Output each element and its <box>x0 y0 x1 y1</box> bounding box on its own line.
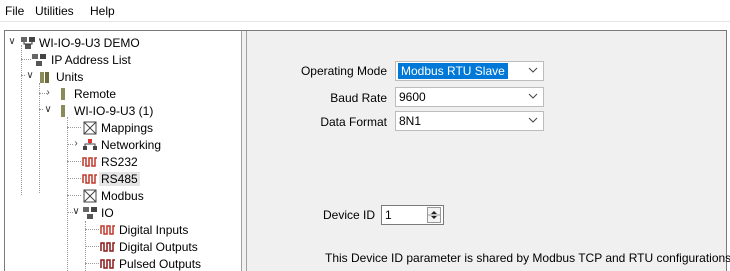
device-id-label: Device ID <box>322 208 375 222</box>
tree-node-modbus[interactable]: Modbus <box>5 188 235 204</box>
tree-node-ip-address-list[interactable]: IP Address List <box>5 52 235 68</box>
menu-help[interactable]: Help <box>90 4 115 18</box>
menu-file[interactable]: File <box>5 4 24 18</box>
baud-rate-value: 9600 <box>399 90 426 104</box>
tree-label: IP Address List <box>51 53 131 67</box>
device-id-note: This Device ID parameter is shared by Mo… <box>325 251 730 265</box>
tree-node-rs232[interactable]: RS232 <box>5 154 235 170</box>
tree-label: IO <box>101 206 114 220</box>
networking-icon <box>83 139 97 150</box>
modbus-icon <box>83 189 97 203</box>
settings-panel: Operating Mode Modbus RTU Slave Baud Rat… <box>247 31 730 271</box>
spinner-arrows-icon[interactable] <box>427 207 441 223</box>
tree-label: WI-IO-9-U3 DEMO <box>39 36 140 50</box>
tree-node-mappings[interactable]: Mappings <box>5 120 235 136</box>
chevron-down-icon <box>528 67 538 73</box>
device-icon <box>61 105 65 117</box>
tree-label: RS232 <box>101 155 138 169</box>
tree-label: WI-IO-9-U3 (1) <box>74 104 154 118</box>
chevron-right-icon[interactable]: › <box>71 138 81 150</box>
operating-mode-select[interactable]: Modbus RTU Slave <box>395 61 544 81</box>
tree-node-root[interactable]: ∨ WI-IO-9-U3 DEMO <box>5 35 235 51</box>
tree-node-rs485[interactable]: RS485 <box>5 171 235 187</box>
chevron-down-icon[interactable]: ∨ <box>25 70 35 82</box>
tree-label: Networking <box>101 138 162 152</box>
mappings-icon <box>83 121 97 135</box>
tree-node-unit-1[interactable]: ∨ WI-IO-9-U3 (1) <box>5 103 235 119</box>
units-icon <box>40 72 49 83</box>
chevron-down-icon[interactable]: ∨ <box>71 206 81 218</box>
baud-rate-label: Baud Rate <box>330 91 387 105</box>
tree-label: Modbus <box>101 189 144 203</box>
tree-label: Remote <box>74 87 117 101</box>
menu-utilities[interactable]: Utilities <box>35 4 74 18</box>
tree-node-digital-inputs[interactable]: Digital Inputs <box>5 222 235 238</box>
data-format-label: Data Format <box>320 115 387 129</box>
signal-icon <box>100 225 115 235</box>
network-units-icon <box>21 37 35 49</box>
signal-icon <box>100 259 115 269</box>
device-id-spinner[interactable]: 1 <box>381 205 444 225</box>
device-id-value: 1 <box>385 208 392 222</box>
device-icon <box>61 88 65 100</box>
operating-mode-label: Operating Mode <box>300 64 387 78</box>
tree-label: Mappings <box>101 121 154 135</box>
tree-node-units[interactable]: ∨ Units <box>5 69 235 85</box>
baud-rate-select[interactable]: 9600 <box>395 87 544 107</box>
chevron-down-icon[interactable]: ∨ <box>43 104 53 116</box>
chevron-right-icon[interactable]: › <box>43 87 53 99</box>
chevron-down-icon <box>528 93 538 99</box>
tree-node-remote[interactable]: › Remote <box>5 86 235 102</box>
signal-icon <box>100 242 115 252</box>
tree-label: RS485 <box>99 172 140 186</box>
tree-view[interactable]: ∨ WI-IO-9-U3 DEMO IP Address List ∨ Unit… <box>5 31 242 271</box>
tree-node-networking[interactable]: › Networking <box>5 137 235 153</box>
tree-node-io[interactable]: ∨ IO <box>5 205 235 221</box>
io-icon <box>83 207 97 219</box>
chevron-down-icon <box>528 117 538 123</box>
network-list-icon <box>32 54 46 66</box>
serial-port-icon <box>82 157 97 167</box>
data-format-value: 8N1 <box>399 114 422 128</box>
tree-node-digital-outputs[interactable]: Digital Outputs <box>5 239 235 255</box>
tree-label: Digital Inputs <box>119 223 189 237</box>
operating-mode-value: Modbus RTU Slave <box>398 63 508 79</box>
menu-bar: File Utilities Help <box>0 0 730 22</box>
data-format-select[interactable]: 8N1 <box>395 111 544 131</box>
tree-label: Units <box>56 70 84 84</box>
chevron-down-icon[interactable]: ∨ <box>7 36 17 48</box>
tree-label: Pulsed Outputs <box>119 257 202 271</box>
tree-label: Digital Outputs <box>119 240 198 254</box>
tree-node-pulsed-outputs[interactable]: Pulsed Outputs <box>5 256 235 271</box>
serial-port-icon <box>82 174 97 184</box>
